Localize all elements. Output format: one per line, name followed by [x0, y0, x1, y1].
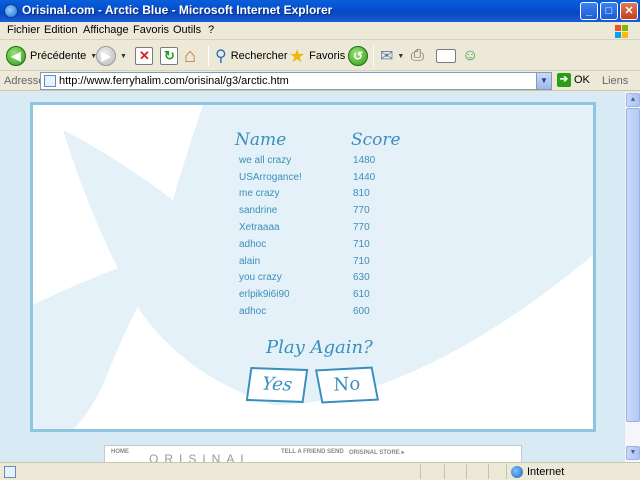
- score-name: adhoc: [239, 239, 267, 250]
- whale-tail-background: [33, 105, 593, 429]
- forward-button[interactable]: ▶ ▼: [96, 44, 127, 68]
- score-name: me crazy: [239, 188, 280, 199]
- orisinal-logo[interactable]: ORISINAL: [149, 452, 253, 462]
- links-toolbar[interactable]: Liens: [602, 75, 628, 87]
- menu-bar: Fichier Edition Affichage Favoris Outils…: [0, 22, 640, 40]
- menu-outils[interactable]: Outils: [173, 24, 201, 36]
- menu-affichage[interactable]: Affichage: [83, 24, 129, 36]
- home-icon: ⌂: [184, 44, 197, 67]
- forward-arrow-icon: ▶: [96, 46, 116, 66]
- score-name: you crazy: [239, 272, 282, 283]
- messenger-button[interactable]: ☺: [462, 44, 478, 68]
- stop-button[interactable]: ✕: [135, 44, 153, 68]
- score-name: USArrogance!: [239, 172, 302, 183]
- page-icon: [44, 75, 56, 87]
- printer-icon: ⎙: [411, 47, 424, 64]
- history-icon: ↺: [348, 46, 368, 66]
- stop-icon: ✕: [135, 47, 153, 65]
- address-label: Adresse: [4, 75, 45, 87]
- print-button[interactable]: ⎙: [411, 44, 424, 68]
- close-button[interactable]: ✕: [620, 2, 638, 20]
- favorites-label: Favoris: [309, 50, 346, 62]
- score-name: adhoc: [239, 306, 267, 317]
- menu-help[interactable]: ?: [208, 24, 214, 36]
- history-button[interactable]: ↺: [348, 44, 368, 68]
- page-status-icon: [4, 466, 16, 478]
- score-value: 1440: [353, 172, 376, 183]
- banner-home-link[interactable]: HOME: [111, 449, 129, 455]
- chevron-down-icon[interactable]: ▼: [536, 73, 551, 89]
- menu-edition[interactable]: Edition: [44, 24, 78, 36]
- score-value: 600: [353, 306, 370, 317]
- chevron-down-icon[interactable]: ▼: [397, 53, 404, 60]
- edit-button[interactable]: [436, 44, 456, 68]
- title-bar: Orisinal.com - Arctic Blue - Microsoft I…: [0, 0, 640, 22]
- favorites-button[interactable]: ★ Favoris: [289, 44, 345, 68]
- score-value: 630: [353, 272, 370, 283]
- search-button[interactable]: ⚲ Rechercher: [215, 44, 288, 68]
- score-value: 610: [353, 289, 370, 300]
- score-name: erlpik9i6i90: [239, 289, 290, 300]
- banner-send-link[interactable]: SEND: [327, 449, 344, 455]
- messenger-icon: ☺: [462, 47, 479, 64]
- windows-flag-icon: [608, 22, 634, 40]
- score-value: 810: [353, 188, 370, 199]
- refresh-button[interactable]: ↻: [160, 44, 178, 68]
- scroll-up-button[interactable]: ▲: [626, 93, 640, 107]
- internet-explorer-icon: [4, 4, 18, 18]
- address-input[interactable]: http://www.ferryhalim.com/orisinal/g3/ar…: [40, 72, 552, 90]
- internet-zone-icon: [511, 466, 523, 478]
- address-url[interactable]: http://www.ferryhalim.com/orisinal/g3/ar…: [59, 75, 289, 87]
- standard-toolbar: ◀ Précédente ▼ ▶ ▼ ✕ ↻ ⌂ ⚲ Rechercher ★ …: [0, 41, 640, 71]
- chevron-down-icon[interactable]: ▼: [120, 53, 127, 60]
- go-button[interactable]: ➔ OK: [557, 73, 590, 87]
- score-value: 770: [353, 222, 370, 233]
- home-button[interactable]: ⌂: [184, 44, 196, 68]
- orisinal-banner: HOME ORISINAL TELL A FRIEND SEND ORISINA…: [104, 445, 522, 462]
- yes-button[interactable]: Yes: [245, 366, 309, 404]
- minimize-button[interactable]: _: [580, 2, 598, 20]
- name-column-header: Name: [235, 130, 287, 150]
- security-zone-label: Internet: [527, 466, 565, 478]
- status-bar: Internet: [0, 462, 640, 480]
- score-name: Xetraaaa: [239, 222, 280, 233]
- score-value: 770: [353, 205, 370, 216]
- go-label: OK: [574, 74, 590, 86]
- banner-store-link[interactable]: ORISINAL STORE ▸: [349, 449, 404, 456]
- mail-button[interactable]: ✉ ▼: [380, 44, 404, 68]
- play-again-prompt: Play Again?: [266, 337, 373, 358]
- score-value: 1480: [353, 155, 376, 166]
- search-icon: ⚲: [215, 48, 227, 65]
- back-button[interactable]: ◀ Précédente ▼: [6, 44, 97, 68]
- go-arrow-icon: ➔: [557, 73, 571, 87]
- mail-icon: ✉: [380, 48, 394, 65]
- score-name: alain: [239, 256, 261, 267]
- score-value: 710: [353, 256, 370, 267]
- back-label: Précédente: [30, 50, 87, 62]
- scroll-thumb[interactable]: [626, 108, 640, 422]
- game-frame[interactable]: Name Score we all crazy 1480 USArrogance…: [30, 102, 596, 432]
- no-button[interactable]: No: [314, 366, 380, 404]
- star-icon: ★: [289, 45, 306, 66]
- maximize-button[interactable]: □: [600, 2, 618, 20]
- banner-tell-friend-link[interactable]: TELL A FRIEND: [281, 449, 325, 455]
- menu-fichier[interactable]: Fichier: [7, 24, 40, 36]
- page-viewport: Name Score we all crazy 1480 USArrogance…: [0, 92, 624, 462]
- window-title: Orisinal.com - Arctic Blue - Microsoft I…: [22, 3, 333, 17]
- search-label: Rechercher: [230, 50, 288, 62]
- score-name: sandrine: [239, 205, 278, 216]
- vertical-scrollbar[interactable]: ▲ ▼: [624, 92, 640, 462]
- score-value: 710: [353, 239, 370, 250]
- address-bar: Adresse http://www.ferryhalim.com/orisin…: [0, 71, 640, 91]
- back-arrow-icon: ◀: [6, 46, 26, 66]
- menu-favoris[interactable]: Favoris: [133, 24, 169, 36]
- edit-icon: [436, 49, 456, 63]
- refresh-icon: ↻: [160, 47, 178, 65]
- scroll-down-button[interactable]: ▼: [626, 446, 640, 460]
- score-name: we all crazy: [239, 155, 292, 166]
- score-column-header: Score: [351, 130, 401, 150]
